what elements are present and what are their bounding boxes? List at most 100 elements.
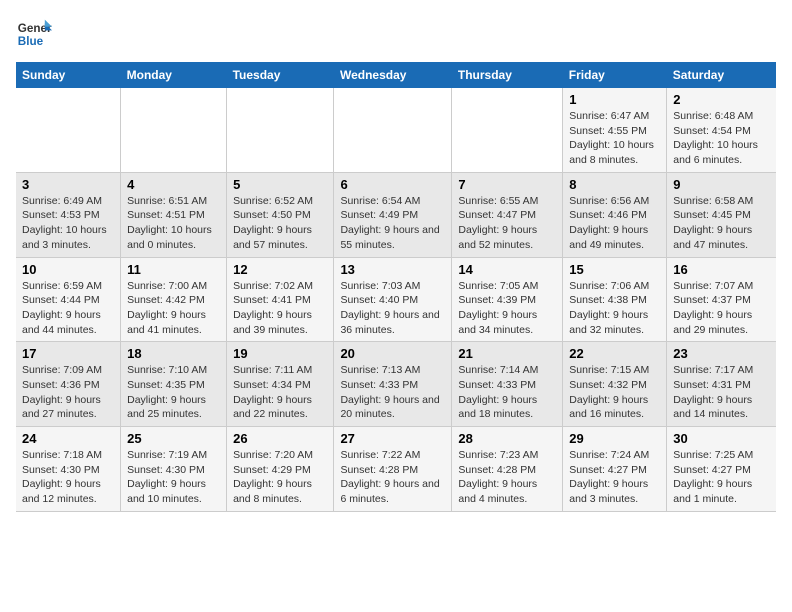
day-info: Sunrise: 7:05 AM Sunset: 4:39 PM Dayligh…	[458, 279, 556, 338]
day-info: Sunrise: 7:15 AM Sunset: 4:32 PM Dayligh…	[569, 363, 660, 422]
day-number: 27	[340, 431, 445, 446]
day-info: Sunrise: 7:11 AM Sunset: 4:34 PM Dayligh…	[233, 363, 327, 422]
day-number: 12	[233, 262, 327, 277]
cell-w4-d3: 19 Sunrise: 7:11 AM Sunset: 4:34 PM Dayli…	[227, 342, 334, 427]
day-info: Sunrise: 6:49 AM Sunset: 4:53 PM Dayligh…	[22, 194, 114, 253]
day-info: Sunrise: 6:54 AM Sunset: 4:49 PM Dayligh…	[340, 194, 445, 253]
day-number: 2	[673, 92, 770, 107]
cell-w1-d4	[334, 88, 452, 172]
cell-w1-d5	[452, 88, 563, 172]
cell-w4-d1: 17 Sunrise: 7:09 AM Sunset: 4:36 PM Dayli…	[16, 342, 121, 427]
cell-w1-d2	[121, 88, 227, 172]
day-number: 1	[569, 92, 660, 107]
cell-w2-d6: 8 Sunrise: 6:56 AM Sunset: 4:46 PM Daylig…	[563, 172, 667, 257]
day-info: Sunrise: 7:10 AM Sunset: 4:35 PM Dayligh…	[127, 363, 220, 422]
day-info: Sunrise: 6:52 AM Sunset: 4:50 PM Dayligh…	[233, 194, 327, 253]
day-number: 30	[673, 431, 770, 446]
cell-w4-d4: 20 Sunrise: 7:13 AM Sunset: 4:33 PM Dayli…	[334, 342, 452, 427]
cell-w5-d6: 29 Sunrise: 7:24 AM Sunset: 4:27 PM Dayli…	[563, 427, 667, 512]
day-info: Sunrise: 7:06 AM Sunset: 4:38 PM Dayligh…	[569, 279, 660, 338]
day-number: 11	[127, 262, 220, 277]
header: General Blue	[16, 16, 776, 52]
cell-w3-d1: 10 Sunrise: 6:59 AM Sunset: 4:44 PM Dayli…	[16, 257, 121, 342]
day-info: Sunrise: 7:14 AM Sunset: 4:33 PM Dayligh…	[458, 363, 556, 422]
day-number: 28	[458, 431, 556, 446]
day-info: Sunrise: 6:59 AM Sunset: 4:44 PM Dayligh…	[22, 279, 114, 338]
day-info: Sunrise: 6:56 AM Sunset: 4:46 PM Dayligh…	[569, 194, 660, 253]
day-number: 24	[22, 431, 114, 446]
cell-w4-d2: 18Sunrise: 7:10 AM Sunset: 4:35 PM Dayli…	[121, 342, 227, 427]
day-number: 3	[22, 177, 114, 192]
week-row-1: 1 Sunrise: 6:47 AM Sunset: 4:55 PM Daylig…	[16, 88, 776, 172]
day-info: Sunrise: 7:07 AM Sunset: 4:37 PM Dayligh…	[673, 279, 770, 338]
header-friday: Friday	[563, 62, 667, 88]
cell-w2-d5: 7 Sunrise: 6:55 AM Sunset: 4:47 PM Daylig…	[452, 172, 563, 257]
day-info: Sunrise: 6:48 AM Sunset: 4:54 PM Dayligh…	[673, 109, 770, 168]
cell-w1-d3	[227, 88, 334, 172]
cell-w5-d2: 25 Sunrise: 7:19 AM Sunset: 4:30 PM Dayli…	[121, 427, 227, 512]
day-info: Sunrise: 7:09 AM Sunset: 4:36 PM Dayligh…	[22, 363, 114, 422]
cell-w3-d5: 14 Sunrise: 7:05 AM Sunset: 4:39 PM Dayli…	[452, 257, 563, 342]
day-info: Sunrise: 6:58 AM Sunset: 4:45 PM Dayligh…	[673, 194, 770, 253]
day-number: 6	[340, 177, 445, 192]
cell-w4-d6: 22 Sunrise: 7:15 AM Sunset: 4:32 PM Dayli…	[563, 342, 667, 427]
cell-w2-d1: 3 Sunrise: 6:49 AM Sunset: 4:53 PM Daylig…	[16, 172, 121, 257]
day-info: Sunrise: 7:23 AM Sunset: 4:28 PM Dayligh…	[458, 448, 556, 507]
day-number: 20	[340, 346, 445, 361]
day-number: 17	[22, 346, 114, 361]
day-info: Sunrise: 6:47 AM Sunset: 4:55 PM Dayligh…	[569, 109, 660, 168]
day-number: 15	[569, 262, 660, 277]
cell-w5-d4: 27Sunrise: 7:22 AM Sunset: 4:28 PM Dayli…	[334, 427, 452, 512]
calendar-table: SundayMondayTuesdayWednesdayThursdayFrid…	[16, 62, 776, 512]
day-number: 7	[458, 177, 556, 192]
day-info: Sunrise: 7:24 AM Sunset: 4:27 PM Dayligh…	[569, 448, 660, 507]
day-number: 19	[233, 346, 327, 361]
day-info: Sunrise: 7:25 AM Sunset: 4:27 PM Dayligh…	[673, 448, 770, 507]
day-number: 23	[673, 346, 770, 361]
week-row-5: 24Sunrise: 7:18 AM Sunset: 4:30 PM Dayli…	[16, 427, 776, 512]
day-number: 16	[673, 262, 770, 277]
day-number: 26	[233, 431, 327, 446]
cell-w3-d2: 11 Sunrise: 7:00 AM Sunset: 4:42 PM Dayli…	[121, 257, 227, 342]
day-number: 25	[127, 431, 220, 446]
day-number: 14	[458, 262, 556, 277]
day-number: 13	[340, 262, 445, 277]
week-row-4: 17 Sunrise: 7:09 AM Sunset: 4:36 PM Dayli…	[16, 342, 776, 427]
header-tuesday: Tuesday	[227, 62, 334, 88]
day-number: 29	[569, 431, 660, 446]
cell-w2-d3: 5 Sunrise: 6:52 AM Sunset: 4:50 PM Daylig…	[227, 172, 334, 257]
cell-w1-d1	[16, 88, 121, 172]
cell-w2-d2: 4Sunrise: 6:51 AM Sunset: 4:51 PM Daylig…	[121, 172, 227, 257]
day-number: 22	[569, 346, 660, 361]
header-wednesday: Wednesday	[334, 62, 452, 88]
day-info: Sunrise: 7:13 AM Sunset: 4:33 PM Dayligh…	[340, 363, 445, 422]
day-info: Sunrise: 7:02 AM Sunset: 4:41 PM Dayligh…	[233, 279, 327, 338]
day-number: 10	[22, 262, 114, 277]
day-info: Sunrise: 6:55 AM Sunset: 4:47 PM Dayligh…	[458, 194, 556, 253]
day-number: 8	[569, 177, 660, 192]
day-info: Sunrise: 7:20 AM Sunset: 4:29 PM Dayligh…	[233, 448, 327, 507]
day-number: 9	[673, 177, 770, 192]
cell-w5-d1: 24Sunrise: 7:18 AM Sunset: 4:30 PM Dayli…	[16, 427, 121, 512]
day-info: Sunrise: 7:03 AM Sunset: 4:40 PM Dayligh…	[340, 279, 445, 338]
cell-w4-d5: 21 Sunrise: 7:14 AM Sunset: 4:33 PM Dayli…	[452, 342, 563, 427]
day-info: Sunrise: 7:19 AM Sunset: 4:30 PM Dayligh…	[127, 448, 220, 507]
logo: General Blue	[16, 16, 56, 52]
cell-w2-d4: 6 Sunrise: 6:54 AM Sunset: 4:49 PM Daylig…	[334, 172, 452, 257]
header-monday: Monday	[121, 62, 227, 88]
cell-w3-d7: 16 Sunrise: 7:07 AM Sunset: 4:37 PM Dayli…	[667, 257, 776, 342]
header-saturday: Saturday	[667, 62, 776, 88]
cell-w3-d3: 12 Sunrise: 7:02 AM Sunset: 4:41 PM Dayli…	[227, 257, 334, 342]
cell-w3-d6: 15 Sunrise: 7:06 AM Sunset: 4:38 PM Dayli…	[563, 257, 667, 342]
cell-w5-d3: 26 Sunrise: 7:20 AM Sunset: 4:29 PM Dayli…	[227, 427, 334, 512]
header-sunday: Sunday	[16, 62, 121, 88]
day-number: 5	[233, 177, 327, 192]
cell-w5-d7: 30 Sunrise: 7:25 AM Sunset: 4:27 PM Dayli…	[667, 427, 776, 512]
day-number: 21	[458, 346, 556, 361]
cell-w2-d7: 9 Sunrise: 6:58 AM Sunset: 4:45 PM Daylig…	[667, 172, 776, 257]
day-info: Sunrise: 7:00 AM Sunset: 4:42 PM Dayligh…	[127, 279, 220, 338]
svg-text:Blue: Blue	[18, 35, 44, 48]
cell-w5-d5: 28 Sunrise: 7:23 AM Sunset: 4:28 PM Dayli…	[452, 427, 563, 512]
day-number: 4	[127, 177, 220, 192]
header-row: SundayMondayTuesdayWednesdayThursdayFrid…	[16, 62, 776, 88]
